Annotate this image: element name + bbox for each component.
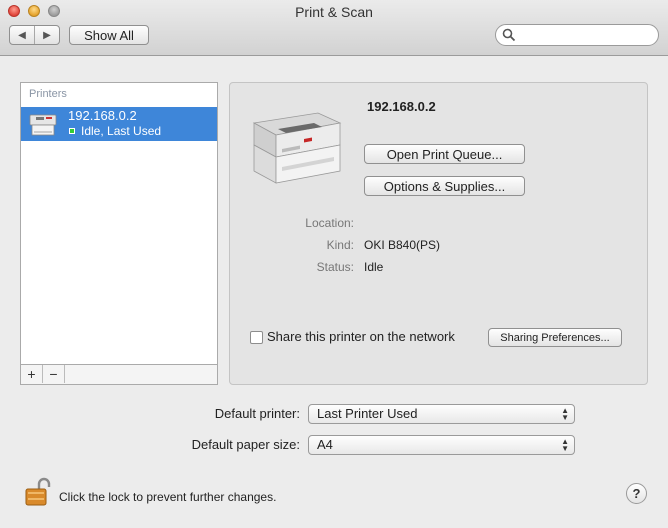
popup-arrows-icon: ▲ ▼ <box>561 406 569 422</box>
open-print-queue-button[interactable]: Open Print Queue... <box>364 144 525 164</box>
default-paper-size-label: Default paper size: <box>191 437 300 452</box>
options-supplies-button[interactable]: Options & Supplies... <box>364 176 525 196</box>
back-button[interactable]: ◀ <box>10 26 34 44</box>
kind-label: Kind: <box>326 238 354 252</box>
show-all-button[interactable]: Show All <box>69 25 149 45</box>
add-printer-button[interactable]: + <box>21 365 43 383</box>
search-input[interactable] <box>518 26 652 46</box>
printer-image <box>252 112 342 184</box>
search-field[interactable] <box>495 24 659 46</box>
share-printer-label[interactable]: Share this printer on the network <box>267 329 455 344</box>
search-icon <box>502 28 516 42</box>
printer-title: 192.168.0.2 <box>367 99 436 114</box>
lock-icon[interactable] <box>24 477 52 507</box>
share-printer-checkbox[interactable] <box>250 331 263 344</box>
location-label: Location: <box>305 216 354 230</box>
printer-list-item[interactable]: 192.168.0.2 Idle, Last Used <box>21 107 217 141</box>
forward-button[interactable]: ▶ <box>34 26 59 44</box>
default-printer-popup[interactable]: Last Printer Used ▲ ▼ <box>308 404 575 424</box>
window-title: Print & Scan <box>295 4 373 20</box>
default-printer-value: Last Printer Used <box>317 406 418 421</box>
printer-icon <box>29 114 57 136</box>
lock-message: Click the lock to prevent further change… <box>59 490 277 504</box>
forward-arrow-icon: ▶ <box>43 29 51 41</box>
default-paper-size-popup[interactable]: A4 ▲ ▼ <box>308 435 575 455</box>
printer-detail-panel: 192.168.0.2 Open Print Queue... Options … <box>229 82 648 385</box>
help-button[interactable]: ? <box>626 483 647 504</box>
remove-printer-button[interactable]: − <box>43 365 65 383</box>
default-paper-size-value: A4 <box>317 437 333 452</box>
printer-status-indicator <box>69 128 75 134</box>
printers-list: Printers 192.168.0.2 Idle, Last Used + − <box>20 82 218 385</box>
back-forward-control: ◀ ▶ <box>9 25 60 45</box>
popup-arrows-icon: ▲ ▼ <box>561 437 569 453</box>
default-printer-label: Default printer: <box>214 406 300 421</box>
kind-value: OKI B840(PS) <box>364 238 441 252</box>
sharing-preferences-button[interactable]: Sharing Preferences... <box>488 328 622 347</box>
printers-list-header: Printers <box>29 88 67 100</box>
title-bar: Print & Scan ◀ ▶ Show All <box>0 0 668 56</box>
back-arrow-icon: ◀ <box>18 29 26 41</box>
status-label: Status: <box>316 260 354 274</box>
printer-name: 192.168.0.2 <box>68 108 137 123</box>
printers-list-toolbar: + − <box>21 364 217 384</box>
status-value: Idle <box>364 260 384 274</box>
printer-status-text: Idle, Last Used <box>81 124 162 138</box>
